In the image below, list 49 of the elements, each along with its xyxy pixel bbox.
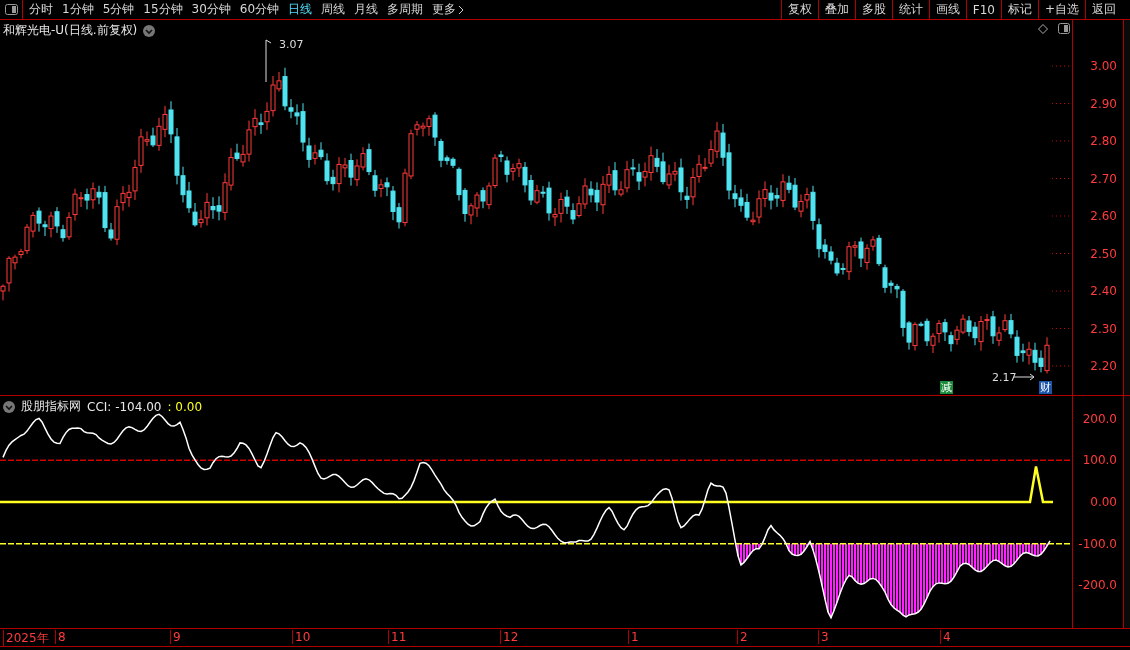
date-label: 2 — [737, 630, 748, 644]
period-tab[interactable]: 15分钟 — [143, 1, 183, 18]
panel-toggle-icon[interactable] — [4, 4, 18, 15]
period-tab[interactable]: 分时 — [29, 1, 53, 18]
date-label: 12 — [500, 630, 519, 644]
axis-label: 100.0 — [1082, 453, 1117, 468]
panel-toggle-icon[interactable] — [1058, 23, 1070, 34]
axis-label: 0.00 — [1090, 495, 1117, 509]
axis-label: -100.0 — [1078, 536, 1117, 551]
axis-label: -200.0 — [1078, 578, 1117, 593]
indicator-reading: CCI: -104.00 — [87, 399, 162, 414]
collapse-icon[interactable] — [143, 24, 156, 37]
more-menu[interactable]: 更多 — [432, 1, 465, 18]
period-tab[interactable]: 多周期 — [387, 1, 424, 18]
axis-label: 2.80 — [1090, 134, 1117, 148]
axis-label: 2.20 — [1090, 359, 1117, 373]
chevron-right-icon — [458, 4, 465, 15]
period-tab[interactable]: 60分钟 — [239, 1, 280, 18]
price-label: 2.17 — [992, 371, 1017, 384]
indicator-value: : 0.00 — [167, 399, 203, 414]
period-tab[interactable]: 月线 — [354, 1, 379, 18]
date-label: 10 — [292, 630, 311, 644]
axis-label: 2.90 — [1090, 96, 1117, 111]
chart-title: 和辉光电-U(日线.前复权) — [3, 22, 138, 39]
date-label: 4 — [940, 630, 951, 644]
collapse-icon[interactable] — [3, 400, 15, 413]
axis-label: 2.70 — [1090, 171, 1117, 186]
event-marker[interactable]: 减 — [940, 381, 953, 394]
date-label: 9 — [170, 630, 181, 644]
date-label: 3 — [818, 630, 829, 644]
period-tab[interactable]: 30分钟 — [191, 1, 231, 18]
axis-label: 3.00 — [1090, 59, 1117, 73]
diamond-icon[interactable] — [1038, 24, 1048, 34]
axis-label: 200.0 — [1082, 411, 1117, 426]
axis-label: 2.30 — [1090, 321, 1117, 336]
period-tab[interactable]: 周线 — [321, 1, 346, 18]
date-label: 8 — [55, 630, 66, 644]
price-label: 3.07 — [279, 38, 304, 51]
axis-label: 2.50 — [1090, 246, 1117, 261]
date-label: 11 — [388, 630, 407, 644]
date-label: 1 — [628, 630, 639, 644]
period-tab[interactable]: 1分钟 — [62, 1, 94, 18]
period-tab[interactable]: 5分钟 — [102, 1, 135, 18]
axis-label: 2.40 — [1090, 284, 1117, 298]
period-tab[interactable]: 日线 — [288, 1, 313, 18]
date-label: 2025年 — [3, 630, 49, 647]
indicator-name: 股朋指标网 — [21, 398, 81, 415]
event-marker[interactable]: 财 — [1039, 381, 1052, 394]
axis-label: 2.60 — [1090, 209, 1117, 223]
